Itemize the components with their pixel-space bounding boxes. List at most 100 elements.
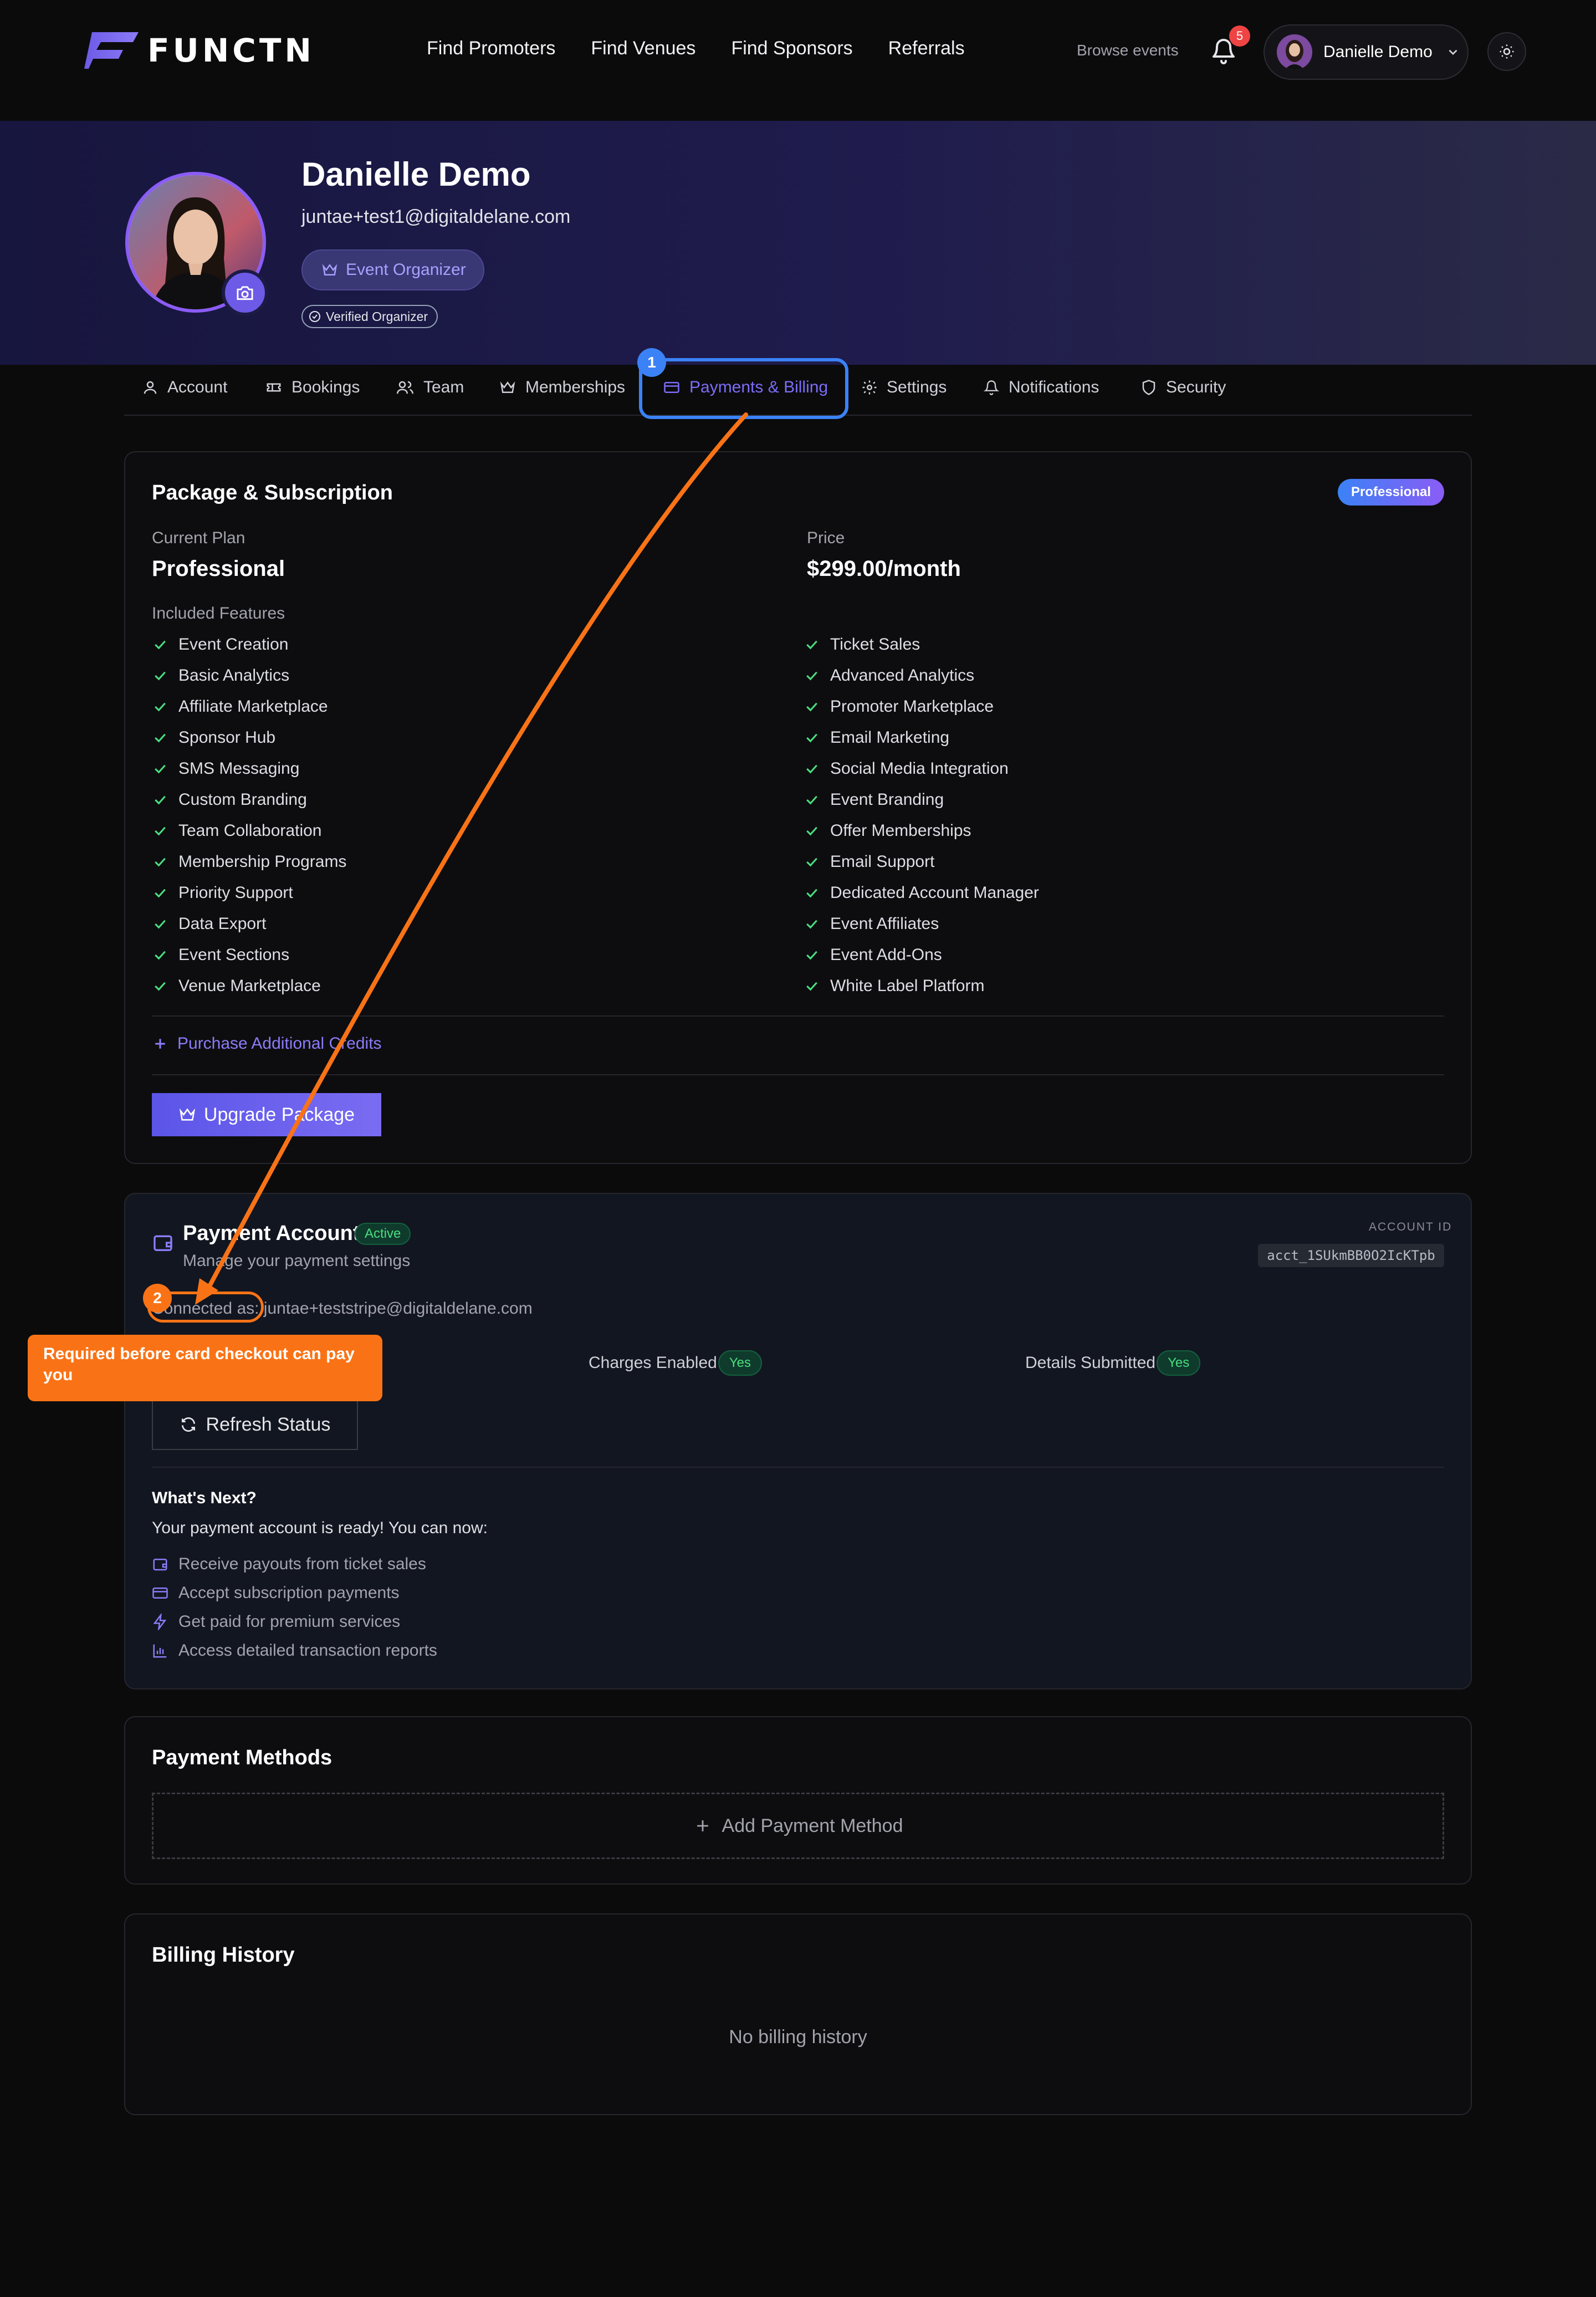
tab-label: Team (423, 378, 464, 396)
account-id-label: ACCOUNT ID (1369, 1221, 1452, 1233)
tab-security[interactable]: Security (1140, 378, 1226, 397)
account-id-value: acct_1SUkmBB0O2IcKTpb (1258, 1244, 1444, 1267)
check-icon (806, 640, 817, 650)
feature-label: Advanced Analytics (830, 666, 975, 685)
list-item-label: Receive payouts from ticket sales (178, 1555, 426, 1573)
charges-label: Charges Enabled (589, 1354, 717, 1372)
gear-icon (862, 380, 877, 395)
add-payment-method-label: Add Payment Method (722, 1815, 903, 1836)
feature-label: Event Sections (178, 946, 290, 964)
list-item: Accept subscription payments (152, 1579, 437, 1607)
check-icon (155, 826, 166, 836)
list-item: Receive payouts from ticket sales (152, 1550, 437, 1579)
feature-item: Venue Marketplace (152, 971, 346, 1002)
feature-item: Data Export (152, 908, 346, 940)
nav-find-promoters[interactable]: Find Promoters (427, 38, 555, 59)
check-icon (806, 889, 817, 898)
add-payment-method-button[interactable]: Add Payment Method (152, 1793, 1444, 1859)
feature-label: Offer Memberships (830, 821, 971, 840)
tab-notifications[interactable]: Notifications (983, 378, 1099, 397)
step2-badge: 2 (143, 1284, 172, 1313)
check-icon (806, 764, 817, 774)
check-icon (155, 951, 166, 960)
refresh-label: Refresh Status (206, 1413, 331, 1435)
list-item: Access detailed transaction reports (152, 1636, 437, 1665)
check-icon (806, 671, 817, 681)
feature-label: Social Media Integration (830, 759, 1009, 778)
divider (152, 1467, 1444, 1468)
nav-find-venues[interactable]: Find Venues (591, 38, 695, 59)
purchase-credits-label: Purchase Additional Credits (177, 1034, 382, 1053)
change-photo-button[interactable] (222, 269, 268, 316)
check-icon (806, 702, 817, 712)
nav-find-sponsors[interactable]: Find Sponsors (731, 38, 852, 59)
wallet-icon (154, 1235, 172, 1251)
plus-icon (155, 1039, 165, 1049)
payment-account-title: Payment Account (183, 1222, 360, 1245)
browse-events-link[interactable]: Browse events (1077, 42, 1179, 59)
tab-bookings[interactable]: Bookings (265, 378, 360, 397)
crown-icon (500, 381, 515, 393)
current-plan-label: Current Plan (152, 529, 245, 547)
upgrade-label: Upgrade Package (203, 1104, 355, 1125)
refresh-status-button[interactable]: Refresh Status (152, 1399, 358, 1450)
features-list-right: Ticket Sales Advanced Analytics Promoter M… (804, 629, 1039, 1002)
ticket-icon (267, 383, 281, 392)
tab-memberships[interactable]: Memberships (499, 378, 625, 397)
purchase-credits-link[interactable]: Purchase Additional Credits (152, 1034, 382, 1053)
feature-item: Custom Branding (152, 784, 346, 815)
check-icon (155, 920, 166, 929)
tab-label: Security (1166, 378, 1226, 396)
credit-card-icon (152, 1588, 168, 1599)
feature-item: White Label Platform (804, 971, 1039, 1002)
feature-item: Event Branding (804, 784, 1039, 815)
feature-label: SMS Messaging (178, 759, 300, 778)
feature-item: Event Affiliates (804, 908, 1039, 940)
price-value: $299.00/month (807, 557, 961, 581)
details-submitted-status: Details Submitted Yes (1025, 1350, 1201, 1376)
features-list-left: Event Creation Basic Analytics Affiliate M… (152, 629, 346, 1002)
feature-label: Dedicated Account Manager (830, 884, 1039, 902)
crown-icon (179, 1108, 196, 1121)
check-icon (155, 795, 166, 805)
tab-label: Settings (887, 378, 947, 396)
theme-toggle-button[interactable] (1487, 32, 1526, 71)
tab-settings[interactable]: Settings (861, 378, 947, 397)
tab-account[interactable]: Account (142, 378, 227, 397)
feature-item: Email Marketing (804, 722, 1039, 753)
role-badge: Event Organizer (301, 249, 484, 290)
tab-team[interactable]: Team (396, 378, 464, 397)
main-nav: Find Promoters Find Venues Find Sponsors… (427, 38, 1000, 59)
feature-label: Email Marketing (830, 728, 950, 747)
billing-history-card (124, 1913, 1472, 2115)
feature-label: Event Creation (178, 635, 289, 654)
annotation-callout: Required before card checkout can pay yo… (28, 1335, 382, 1401)
feature-label: Basic Analytics (178, 666, 290, 685)
feature-label: Team Collaboration (178, 821, 322, 840)
feature-item: Offer Memberships (804, 815, 1039, 846)
billing-history-title: Billing History (152, 1943, 295, 1967)
payment-methods-title: Payment Methods (152, 1746, 332, 1769)
top-navbar: FUNCTN Find Promoters Find Venues Find S… (0, 0, 1596, 121)
brand-logo[interactable]: FUNCTN (84, 31, 315, 70)
feature-item: Basic Analytics (152, 660, 346, 691)
feature-item: Dedicated Account Manager (804, 877, 1039, 908)
nav-referrals[interactable]: Referrals (888, 38, 965, 59)
price-label: Price (807, 529, 845, 547)
brand-name: FUNCTN (147, 32, 315, 69)
check-icon (155, 733, 166, 743)
feature-label: Membership Programs (178, 853, 347, 871)
features-label: Included Features (152, 604, 285, 622)
feature-item: Event Creation (152, 629, 346, 660)
plus-icon (697, 1820, 708, 1831)
bell-icon (983, 380, 1000, 395)
check-icon (155, 702, 166, 712)
feature-label: Email Support (830, 853, 935, 871)
avatar (1277, 34, 1312, 70)
check-icon (806, 920, 817, 929)
sun-icon (1500, 44, 1514, 59)
upgrade-package-button[interactable]: Upgrade Package (152, 1093, 381, 1136)
step1-highlight (639, 358, 848, 419)
user-menu-button[interactable]: Danielle Demo (1264, 24, 1469, 80)
feature-item: Email Support (804, 846, 1039, 877)
